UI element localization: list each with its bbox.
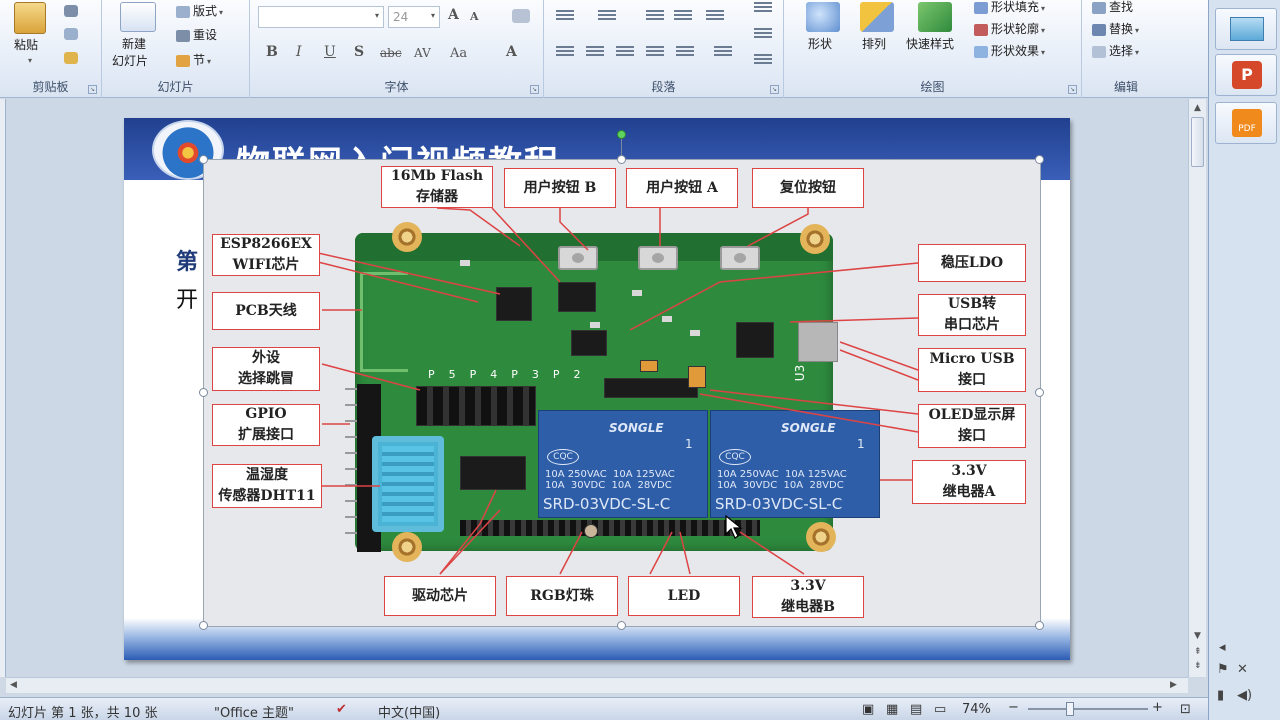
scroll-right-icon[interactable]: ▶: [1170, 680, 1177, 690]
callout-oled[interactable]: OLED显示屏 接口: [918, 404, 1026, 448]
fit-icon[interactable]: ⊡: [1180, 702, 1191, 717]
scroll-up-icon[interactable]: ▲: [1194, 103, 1201, 113]
language-status[interactable]: 中文(中国): [378, 702, 440, 720]
zoom-in-button[interactable]: +: [1152, 700, 1163, 715]
resize-handle-sw[interactable]: [199, 621, 208, 630]
callout-relay-a[interactable]: 3.3V 继电器A: [912, 460, 1026, 504]
previous-slide-icon[interactable]: ⇞: [1194, 647, 1202, 657]
vertical-scrollbar[interactable]: ▲ ▼ ⇞ ⇟: [1188, 99, 1206, 677]
resize-handle-ne[interactable]: [1035, 155, 1044, 164]
rotate-handle[interactable]: [617, 130, 626, 139]
resize-handle-s[interactable]: [617, 621, 626, 630]
callout-relay-b[interactable]: 3.3V 继电器B: [752, 576, 864, 618]
callout-ldo[interactable]: 稳压LDO: [918, 244, 1026, 282]
resize-handle-se[interactable]: [1035, 621, 1044, 630]
zoom-level[interactable]: 74%: [962, 702, 991, 717]
folder-icon: [1230, 17, 1264, 41]
callout-reset-button[interactable]: 复位按钮: [752, 168, 864, 208]
slideshow-icon[interactable]: ▭: [934, 702, 946, 717]
callout-usb-uart[interactable]: USB转 串口芯片: [918, 294, 1026, 336]
callout-flash[interactable]: 16Mb Flash 存储器: [381, 166, 493, 208]
callout-led[interactable]: LED: [628, 576, 740, 616]
zoom-slider-thumb[interactable]: [1066, 702, 1074, 716]
scroll-left-icon[interactable]: ◀: [10, 680, 17, 690]
powerpoint-icon: P: [1232, 61, 1262, 89]
normal-view-icon[interactable]: ▣: [862, 702, 874, 717]
folder-button[interactable]: [1215, 8, 1277, 50]
callout-pcb-antenna[interactable]: PCB天线: [212, 292, 320, 330]
pdf-icon: PDF: [1232, 109, 1262, 137]
vertical-scroll-thumb[interactable]: [1191, 117, 1204, 167]
callout-dht11[interactable]: 温湿度 传感器DHT11: [212, 464, 322, 508]
tray-volume-icon[interactable]: ◀): [1237, 688, 1252, 703]
callout-user-button-b[interactable]: 用户按钮 B: [504, 168, 616, 208]
scroll-down-icon[interactable]: ▼: [1194, 631, 1201, 641]
resize-handle-n[interactable]: [617, 155, 626, 164]
pdf-button[interactable]: PDF: [1215, 102, 1277, 144]
callout-jumper[interactable]: 外设 选择跳冒: [212, 347, 320, 391]
zoom-out-button[interactable]: −: [1008, 700, 1019, 715]
callout-gpio[interactable]: GPIO 扩展接口: [212, 404, 320, 446]
reading-view-icon[interactable]: ▤: [910, 702, 922, 717]
slide-count-status: 幻灯片 第 1 张，共 10 张: [8, 706, 158, 720]
powerpoint-button[interactable]: P: [1215, 54, 1277, 96]
theme-status[interactable]: "Office 主题": [214, 702, 294, 720]
mouse-cursor-icon: [725, 514, 743, 539]
status-bar: 幻灯片 第 1 张，共 10 张 "Office 主题" ✔ 中文(中国) ▣ …: [0, 697, 1208, 720]
next-slide-icon[interactable]: ⇟: [1194, 661, 1202, 671]
sorter-view-icon[interactable]: ▦: [886, 702, 898, 717]
callout-esp8266[interactable]: ESP8266EX WIFI芯片: [212, 234, 320, 276]
resize-handle-nw[interactable]: [199, 155, 208, 164]
tray-flag-icon[interactable]: ⚑: [1217, 662, 1229, 677]
tray-close-icon[interactable]: ✕: [1237, 662, 1248, 677]
tray-signal-icon[interactable]: ▮: [1217, 688, 1224, 703]
tray-arrow-icon[interactable]: ◂: [1219, 640, 1226, 655]
spellcheck-icon[interactable]: ✔: [336, 702, 347, 717]
resize-handle-e[interactable]: [1035, 388, 1044, 397]
callout-driver-chip[interactable]: 驱动芯片: [384, 576, 496, 616]
resize-handle-w[interactable]: [199, 388, 208, 397]
callout-user-button-a[interactable]: 用户按钮 A: [626, 168, 738, 208]
callout-micro-usb[interactable]: Micro USB 接口: [918, 348, 1026, 392]
callout-rgb-led[interactable]: RGB灯珠: [506, 576, 618, 616]
zoom-slider[interactable]: [1028, 708, 1148, 710]
right-side-panel: P PDF ◂ ⚑ ✕ ▮ ◀): [1208, 0, 1280, 720]
horizontal-scrollbar[interactable]: ◀ ▶: [6, 677, 1188, 693]
